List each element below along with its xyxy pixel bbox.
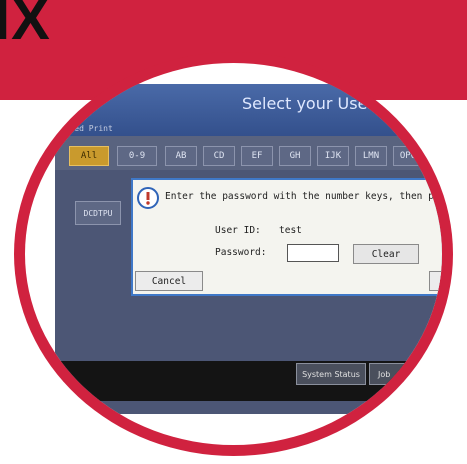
screen-title: Select your User ID — [242, 94, 397, 113]
tab-ef[interactable]: EF — [241, 146, 273, 166]
tab-ijk[interactable]: IJK — [317, 146, 349, 166]
tab-opq[interactable]: OPQ — [393, 146, 423, 166]
tab-all[interactable]: All — [69, 146, 109, 166]
tab-gh[interactable]: GH — [279, 146, 311, 166]
tab-cd[interactable]: CD — [203, 146, 235, 166]
user-id-value: test — [279, 225, 302, 236]
info-icon — [137, 187, 159, 209]
dialog-message: Enter the password with the number keys,… — [165, 191, 442, 202]
job-list-button[interactable]: Job — [369, 363, 429, 385]
tab-lmn[interactable]: LMN — [355, 146, 387, 166]
tab-0-9[interactable]: 0-9 — [117, 146, 157, 166]
password-field[interactable] — [287, 244, 339, 262]
ok-button[interactable] — [429, 271, 442, 291]
cancel-button[interactable]: Cancel — [135, 271, 203, 291]
section-label: Locked Print — [55, 124, 113, 133]
user-id-button[interactable]: DCDTPU — [75, 201, 121, 225]
password-label: Password: — [215, 247, 267, 258]
system-status-button[interactable]: System Status — [296, 363, 366, 385]
clear-button[interactable]: Clear — [353, 244, 419, 264]
tab-ab[interactable]: AB — [165, 146, 197, 166]
user-id-label: User ID: — [215, 225, 261, 236]
magnifier-lens: Select your User ID Locked Print All 0-9… — [25, 63, 442, 445]
brand-text: IX — [0, 0, 51, 52]
